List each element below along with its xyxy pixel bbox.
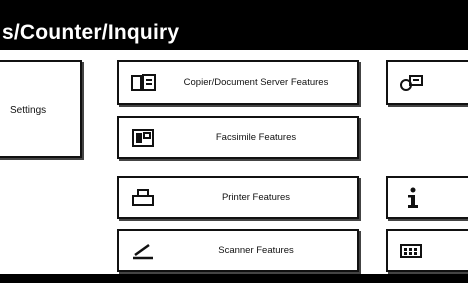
facsimile-label: Facsimile Features xyxy=(215,132,297,143)
printer-label: Printer Features xyxy=(221,192,291,203)
scanner-features-button[interactable]: Scanner Features xyxy=(117,229,359,272)
scanner-label: Scanner Features xyxy=(218,245,294,256)
scanner-icon xyxy=(131,240,157,262)
page-title: s/Counter/Inquiry xyxy=(2,21,180,44)
copier-document-server-features-button[interactable]: Copier/Document Server Features xyxy=(117,60,359,105)
keypad-icon xyxy=(400,243,422,258)
facsimile-icon xyxy=(131,127,157,149)
settings-label: Settings xyxy=(10,105,47,116)
copier-label: Copier/Document Server Features xyxy=(183,77,329,88)
copier-icon xyxy=(131,72,157,94)
info-icon xyxy=(406,187,420,209)
bottom-border xyxy=(0,274,468,283)
counter-button[interactable] xyxy=(386,60,468,105)
printer-icon xyxy=(131,187,157,209)
settings-button[interactable]: Settings xyxy=(0,60,82,158)
title-bar: s/Counter/Inquiry xyxy=(0,0,468,50)
counter-icon xyxy=(398,73,426,93)
info-button[interactable] xyxy=(386,176,468,219)
printer-features-button[interactable]: Printer Features xyxy=(117,176,359,219)
facsimile-features-button[interactable]: Facsimile Features xyxy=(117,116,359,159)
keypad-button[interactable] xyxy=(386,229,468,272)
